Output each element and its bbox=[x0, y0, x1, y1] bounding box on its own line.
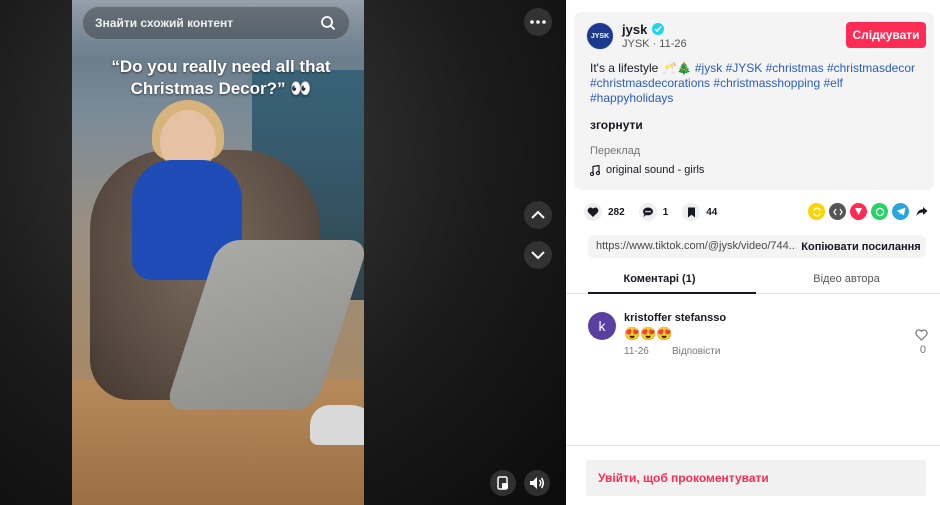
author-avatar[interactable]: JYSK bbox=[586, 22, 614, 50]
send-to-friends-icon[interactable] bbox=[850, 203, 867, 220]
translate-link[interactable]: Переклад bbox=[590, 145, 640, 157]
hashtag-link[interactable]: #christmasshopping bbox=[713, 76, 820, 90]
search-placeholder: Знайти схожий контент bbox=[95, 16, 234, 30]
video-link-field[interactable]: https://www.tiktok.com/@jysk/video/744..… bbox=[588, 235, 796, 258]
next-video-button[interactable] bbox=[524, 241, 552, 269]
heart-outline-icon bbox=[914, 329, 928, 341]
similar-content-search[interactable]: Знайти схожий контент bbox=[82, 6, 350, 40]
heart-icon bbox=[584, 203, 602, 221]
telegram-icon[interactable] bbox=[892, 203, 909, 220]
tab-creator-videos[interactable]: Відео автора bbox=[753, 264, 940, 293]
chevron-down-icon bbox=[531, 251, 545, 260]
footer-divider bbox=[566, 445, 940, 446]
copy-link-button[interactable]: Копіювати посилання bbox=[796, 235, 926, 258]
app-root: Знайти схожий контент “Do you really nee… bbox=[0, 0, 940, 505]
comment-tabs: Коментарі (1) Відео автора bbox=[566, 264, 940, 294]
video-caption: “Do you really need all that Christmas D… bbox=[111, 57, 331, 98]
commenter-avatar[interactable]: k bbox=[588, 312, 616, 340]
hashtag-link[interactable]: #christmasdecorations bbox=[590, 76, 710, 90]
post-description: It's a lifestyle 🥂🎄 #jysk #JYSK #christm… bbox=[590, 61, 926, 106]
details-panel: JYSK jysk JYSK · 11-26 Слідкувати It's a… bbox=[566, 0, 940, 505]
repost-icon[interactable] bbox=[808, 203, 825, 220]
video-player[interactable]: Знайти схожий контент “Do you really nee… bbox=[0, 0, 566, 505]
login-to-comment-button[interactable]: Увійти, щоб прокоментувати bbox=[586, 460, 926, 496]
like-button[interactable]: 282 bbox=[584, 203, 625, 221]
speaker-icon bbox=[530, 477, 544, 489]
verified-badge-icon bbox=[652, 23, 664, 35]
collapse-description-link[interactable]: згорнути bbox=[590, 118, 643, 132]
music-note-icon bbox=[590, 164, 600, 176]
comment-icon bbox=[638, 203, 657, 221]
follow-button[interactable]: Слідкувати bbox=[846, 22, 926, 48]
bookmark-icon bbox=[682, 203, 701, 221]
pip-icon bbox=[497, 476, 508, 490]
description-text: It's a lifestyle 🥂🎄 bbox=[590, 61, 692, 75]
hashtag-link[interactable]: #christmasdecor bbox=[827, 61, 915, 75]
save-count: 44 bbox=[706, 206, 718, 218]
hashtag-link[interactable]: #elf bbox=[823, 76, 842, 90]
active-tab-indicator bbox=[588, 292, 756, 294]
hashtag-link[interactable]: #JYSK bbox=[726, 61, 763, 75]
search-icon[interactable] bbox=[319, 14, 337, 32]
comment-button[interactable]: 1 bbox=[638, 203, 669, 221]
save-button[interactable]: 44 bbox=[682, 203, 717, 221]
author-name[interactable]: jysk bbox=[622, 22, 647, 37]
picture-in-picture-button[interactable] bbox=[490, 470, 516, 496]
scene-shoe bbox=[310, 405, 364, 445]
author-subline: JYSK · 11-26 bbox=[622, 38, 687, 50]
commenter-name[interactable]: kristoffer stefansso bbox=[624, 312, 726, 324]
more-dots-icon bbox=[530, 20, 546, 24]
comment-text: 😍😍😍 bbox=[624, 326, 673, 341]
author-logo-text: JYSK bbox=[590, 32, 610, 40]
more-options-button[interactable] bbox=[524, 8, 552, 36]
sound-title: original sound - girls bbox=[606, 164, 705, 176]
share-arrow-icon[interactable] bbox=[913, 203, 930, 220]
post-info-card: JYSK jysk JYSK · 11-26 Слідкувати It's a… bbox=[574, 12, 934, 190]
chevron-up-icon bbox=[531, 210, 545, 219]
whatsapp-icon[interactable] bbox=[871, 203, 888, 220]
comment-like-count: 0 bbox=[919, 344, 926, 356]
hashtag-link[interactable]: #christmas bbox=[766, 61, 824, 75]
hashtag-link[interactable]: #happyholidays bbox=[590, 91, 673, 105]
share-options bbox=[808, 203, 930, 220]
like-count: 282 bbox=[608, 206, 625, 218]
previous-video-button[interactable] bbox=[524, 201, 552, 229]
comment-item: k kristoffer stefansso 😍😍😍 11-26 Відпові… bbox=[588, 312, 928, 372]
volume-button[interactable] bbox=[524, 470, 550, 496]
reply-button[interactable]: Відповісти bbox=[672, 346, 720, 357]
share-link-row: https://www.tiktok.com/@jysk/video/744..… bbox=[588, 235, 926, 258]
tab-comments[interactable]: Коментарі (1) bbox=[566, 264, 753, 293]
embed-code-icon[interactable] bbox=[829, 203, 846, 220]
comment-count: 1 bbox=[662, 206, 669, 218]
sound-link[interactable]: original sound - girls bbox=[590, 164, 704, 176]
hashtag-link[interactable]: #jysk bbox=[695, 61, 722, 75]
comment-date: 11-26 bbox=[624, 346, 649, 357]
